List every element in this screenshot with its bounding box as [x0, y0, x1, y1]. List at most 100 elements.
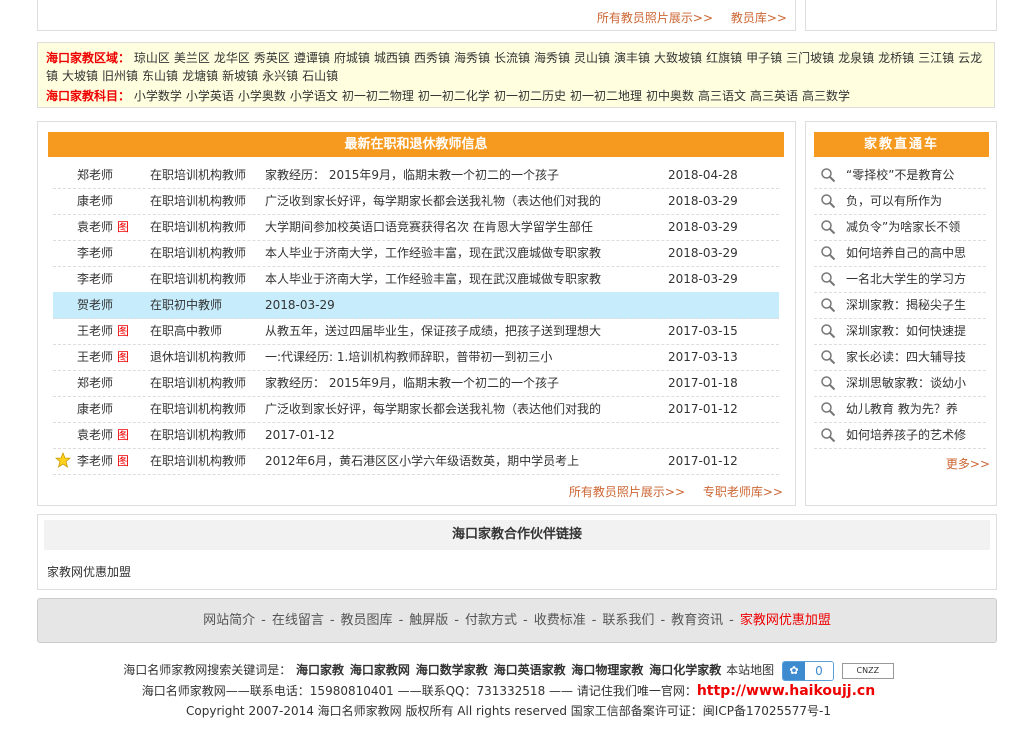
area-link[interactable]: 秀英区 — [254, 51, 290, 65]
area-link[interactable]: 演丰镇 — [614, 51, 650, 65]
teacher-name[interactable]: 康老师 — [77, 188, 147, 214]
keyword-link[interactable]: 海口化学家教 — [649, 663, 721, 677]
teacher-desc[interactable]: 2012年6月，黄石港区区小学六年级语数英，期中学员考上 — [265, 448, 635, 474]
teacher-row[interactable]: 袁老师图在职培训机构教师 2017-01-12 — [53, 422, 779, 449]
area-link[interactable]: 长流镇 — [494, 51, 530, 65]
partner-link-franchise[interactable]: 家教网优惠加盟 — [47, 563, 131, 580]
subject-link[interactable]: 初一初二物理 — [342, 89, 414, 103]
area-link[interactable]: 灵山镇 — [574, 51, 610, 65]
express-item[interactable]: 深圳家教：如何快速提 — [814, 318, 986, 345]
area-link[interactable]: 东山镇 — [142, 69, 178, 83]
area-link[interactable]: 永兴镇 — [262, 69, 298, 83]
footer-nav-link[interactable]: 收费标准 — [534, 613, 586, 628]
photo-mark[interactable]: 图 — [117, 350, 129, 364]
footer-nav-link[interactable]: 教员图库 — [341, 613, 393, 628]
express-item[interactable]: 幼儿教育 教为先？养 — [814, 396, 986, 423]
area-link[interactable]: 旧州镇 — [102, 69, 138, 83]
area-link[interactable]: 美兰区 — [174, 51, 210, 65]
baidu-share-badge[interactable]: ✿ 0 — [781, 661, 834, 681]
teacher-row[interactable]: 康老师 在职培训机构教师 广泛收到家长好评，每学期家长都会送我礼物（表达他们对我的 2… — [53, 188, 779, 215]
teacher-desc[interactable]: 广泛收到家长好评，每学期家长都会送我礼物（表达他们对我的 — [265, 188, 635, 214]
teacher-name[interactable]: 袁老师图 — [77, 422, 147, 448]
teacher-row[interactable]: 王老师图退休培训机构教师 一:代课经历: 1.培训机构教师辞职，普带初一到初三小 2… — [53, 344, 779, 371]
fulltime-teacher-library-link[interactable]: 专职老师库>> — [703, 485, 783, 499]
area-link[interactable]: 遵谭镇 — [294, 51, 330, 65]
teacher-row[interactable]: 郑老师 在职培训机构教师 家教经历： 2015年9月，临期末教一个初二的一个孩子 20… — [53, 162, 779, 189]
teacher-desc[interactable]: 广泛收到家长好评，每学期家长都会送我礼物（表达他们对我的 — [265, 396, 635, 422]
teacher-desc[interactable]: 2018-03-29 — [265, 292, 635, 318]
teacher-name[interactable]: 李老师 — [77, 266, 147, 292]
subject-link[interactable]: 高三英语 — [750, 89, 798, 103]
all-photos-link[interactable]: 所有教员照片展示>> — [569, 485, 685, 499]
subject-link[interactable]: 小学奥数 — [238, 89, 286, 103]
teacher-row[interactable]: 李老师 在职培训机构教师 本人毕业于济南大学，工作经验丰富，现在武汉鹿城做专职家教 2… — [53, 266, 779, 293]
photo-mark[interactable]: 图 — [117, 428, 129, 442]
footer-nav-link[interactable]: 触屏版 — [409, 613, 448, 628]
teacher-name[interactable]: 王老师图 — [77, 318, 147, 344]
teacher-row[interactable]: 李老师图在职培训机构教师 2012年6月，黄石港区区小学六年级语数英，期中学员考上… — [53, 448, 779, 475]
area-link[interactable]: 三门坡镇 — [786, 51, 834, 65]
express-item[interactable]: 负，可以有所作为 — [814, 188, 986, 215]
keyword-link[interactable]: 海口数学家教 — [416, 663, 488, 677]
footer-nav-link[interactable]: 在线留言 — [272, 613, 324, 628]
teacher-desc[interactable]: 本人毕业于济南大学，工作经验丰富，现在武汉鹿城做专职家教 — [265, 266, 635, 292]
area-link[interactable]: 大坡镇 — [62, 69, 98, 83]
teacher-name[interactable]: 贺老师 — [77, 292, 147, 318]
subject-link[interactable]: 初一初二化学 — [418, 89, 490, 103]
photo-mark[interactable]: 图 — [117, 454, 129, 468]
area-link[interactable]: 新坡镇 — [222, 69, 258, 83]
subject-link[interactable]: 高三语文 — [698, 89, 746, 103]
teacher-row[interactable]: 贺老师 在职初中教师 2018-03-29 — [53, 292, 779, 319]
teacher-desc[interactable]: 2017-01-12 — [265, 422, 635, 448]
teacher-desc[interactable]: 家教经历： 2015年9月，临期末教一个初二的一个孩子 — [265, 370, 635, 396]
express-item[interactable]: 一名北大学生的学习方 — [814, 266, 986, 293]
teacher-name[interactable]: 郑老师 — [77, 162, 147, 188]
subject-link[interactable]: 初一初二地理 — [570, 89, 642, 103]
area-link[interactable]: 海秀镇 — [534, 51, 570, 65]
area-link[interactable]: 西秀镇 — [414, 51, 450, 65]
express-item[interactable]: 减负令”为啥家长不领 — [814, 214, 986, 241]
teacher-desc[interactable]: 大学期间参加校英语口语竞赛获得名次 在肯恩大学留学生部任 — [265, 214, 635, 240]
site-url-link[interactable]: http://www.haikoujj.cn — [697, 683, 875, 699]
express-item[interactable]: 如何培养自己的高中思 — [814, 240, 986, 267]
express-item[interactable]: 如何培养孩子的艺术修 — [814, 422, 986, 449]
subject-link[interactable]: 小学英语 — [186, 89, 234, 103]
keyword-link[interactable]: 海口家教网 — [350, 663, 410, 677]
footer-nav-link[interactable]: 网站简介 — [203, 613, 255, 628]
subject-link[interactable]: 小学数学 — [134, 89, 182, 103]
keyword-link[interactable]: 海口家教 — [296, 663, 344, 677]
teacher-row[interactable]: 李老师 在职培训机构教师 本人毕业于济南大学，工作经验丰富，现在武汉鹿城做专职家教 2… — [53, 240, 779, 267]
keyword-link[interactable]: 海口物理家教 — [571, 663, 643, 677]
teacher-desc[interactable]: 一:代课经历: 1.培训机构教师辞职，普带初一到初三小 — [265, 344, 635, 370]
sitemap-link[interactable]: 本站地图 — [726, 663, 774, 677]
area-link[interactable]: 甲子镇 — [746, 51, 782, 65]
teacher-row[interactable]: 康老师 在职培训机构教师 广泛收到家长好评，每学期家长都会送我礼物（表达他们对我的 2… — [53, 396, 779, 423]
teacher-row[interactable]: 袁老师图在职培训机构教师 大学期间参加校英语口语竞赛获得名次 在肯恩大学留学生部任… — [53, 214, 779, 241]
area-link[interactable]: 大致坡镇 — [654, 51, 702, 65]
subject-link[interactable]: 小学语文 — [290, 89, 338, 103]
area-link[interactable]: 海秀镇 — [454, 51, 490, 65]
teacher-row[interactable]: 郑老师 在职培训机构教师 家教经历： 2015年9月，临期末教一个初二的一个孩子 20… — [53, 370, 779, 397]
teacher-name[interactable]: 郑老师 — [77, 370, 147, 396]
teacher-row[interactable]: 王老师图在职高中教师 从教五年，送过四届毕业生，保证孩子成绩，把孩子送到理想大 20… — [53, 318, 779, 345]
subject-link[interactable]: 初中奥数 — [646, 89, 694, 103]
area-link[interactable]: 石山镇 — [302, 69, 338, 83]
more-link[interactable]: 更多>> — [946, 455, 990, 472]
area-link[interactable]: 城西镇 — [374, 51, 410, 65]
teacher-desc[interactable]: 家教经历： 2015年9月，临期末教一个初二的一个孩子 — [265, 162, 635, 188]
express-item[interactable]: 深圳思敏家教：谈幼小 — [814, 370, 986, 397]
teacher-desc[interactable]: 本人毕业于济南大学，工作经验丰富，现在武汉鹿城做专职家教 — [265, 240, 635, 266]
teacher-name[interactable]: 李老师 — [77, 240, 147, 266]
teacher-name[interactable]: 王老师图 — [77, 344, 147, 370]
area-link[interactable]: 琼山区 — [134, 51, 170, 65]
area-link[interactable]: 龙塘镇 — [182, 69, 218, 83]
teacher-library-link[interactable]: 教员库>> — [731, 11, 787, 25]
area-link[interactable]: 龙泉镇 — [838, 51, 874, 65]
area-link[interactable]: 龙桥镇 — [878, 51, 914, 65]
express-item[interactable]: “零择校”不是教育公 — [814, 162, 986, 189]
teacher-desc[interactable]: 从教五年，送过四届毕业生，保证孩子成绩，把孩子送到理想大 — [265, 318, 635, 344]
footer-nav-link[interactable]: 教育资讯 — [671, 613, 723, 628]
teacher-name[interactable]: 袁老师图 — [77, 214, 147, 240]
photo-mark[interactable]: 图 — [117, 220, 129, 234]
photo-mark[interactable]: 图 — [117, 324, 129, 338]
